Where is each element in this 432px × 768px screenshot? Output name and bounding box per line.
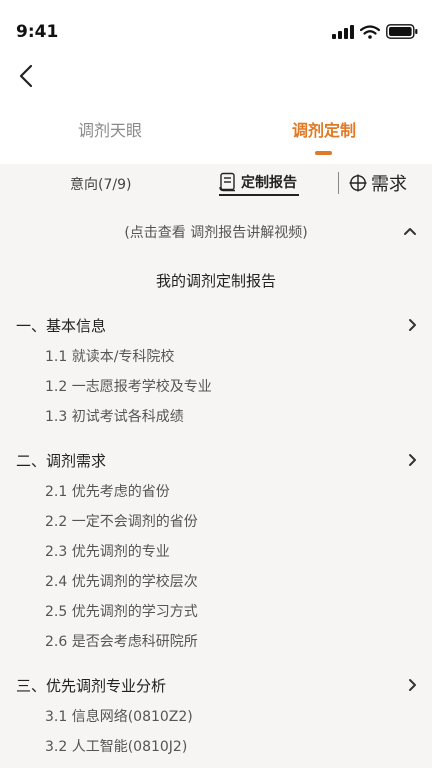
report-selected-underline [219,194,299,196]
section-major-analysis[interactable]: 三、优先调剂专业分析 [16,675,166,696]
toolbar-divider [338,172,339,194]
needs-label: 需求 [371,174,407,195]
tab-tiaoji-tianyan[interactable]: 调剂天眼 [78,117,142,141]
chevron-right-icon[interactable] [406,453,418,467]
list-item[interactable]: 3.1 信息网络(0810Z2) [45,706,193,726]
back-arrow-icon[interactable] [14,62,40,90]
list-item[interactable]: 2.2 一定不会调剂的省份 [45,511,198,531]
video-hint-link[interactable]: (点击查看 调剂报告讲解视频) [0,222,432,242]
tab-tiaoji-dingzhi[interactable]: 调剂定制 [292,117,356,141]
list-item[interactable]: 3.2 人工智能(0810J2) [45,736,187,756]
wifi-icon [360,24,380,39]
status-icons [332,24,418,39]
report-title: 我的调剂定制报告 [155,272,276,290]
needs-button[interactable]: 需求 [349,170,407,196]
list-item[interactable]: 2.3 优先调剂的专业 [45,541,170,561]
list-item[interactable]: 2.6 是否会考虑科研院所 [45,631,198,651]
report-toolbar: 意向(7/9) 定制报告 需求 [0,172,432,196]
battery-icon [386,24,418,39]
status-time: 9:41 [16,22,59,42]
signal-icon [332,24,354,39]
chevron-right-icon[interactable] [406,318,418,332]
section-basic-info[interactable]: 一、基本信息 [16,315,106,336]
chevron-right-icon[interactable] [406,678,418,692]
header-area: 9:41 调剂天眼 调剂定制 [0,0,432,164]
report-label: 定制报告 [241,175,297,191]
list-item[interactable]: 1.3 初试考试各科成绩 [45,406,184,426]
list-item[interactable]: 2.4 优先调剂的学校层次 [45,571,198,591]
list-item[interactable]: 2.1 优先考虑的省份 [45,481,170,501]
list-item[interactable]: 1.2 一志愿报考学校及专业 [45,376,212,396]
list-item[interactable]: 1.1 就读本/专科院校 [45,346,174,366]
chevron-up-icon[interactable] [402,224,418,238]
list-item[interactable]: 2.5 优先调剂的学习方式 [45,601,198,621]
active-tab-indicator [315,151,332,155]
crosshair-icon [349,174,367,192]
report-button[interactable]: 定制报告 [219,172,297,192]
section-requirements[interactable]: 二、调剂需求 [16,450,106,471]
report-scroll-icon [219,172,235,192]
intent-button[interactable]: 意向(7/9) [70,174,131,194]
